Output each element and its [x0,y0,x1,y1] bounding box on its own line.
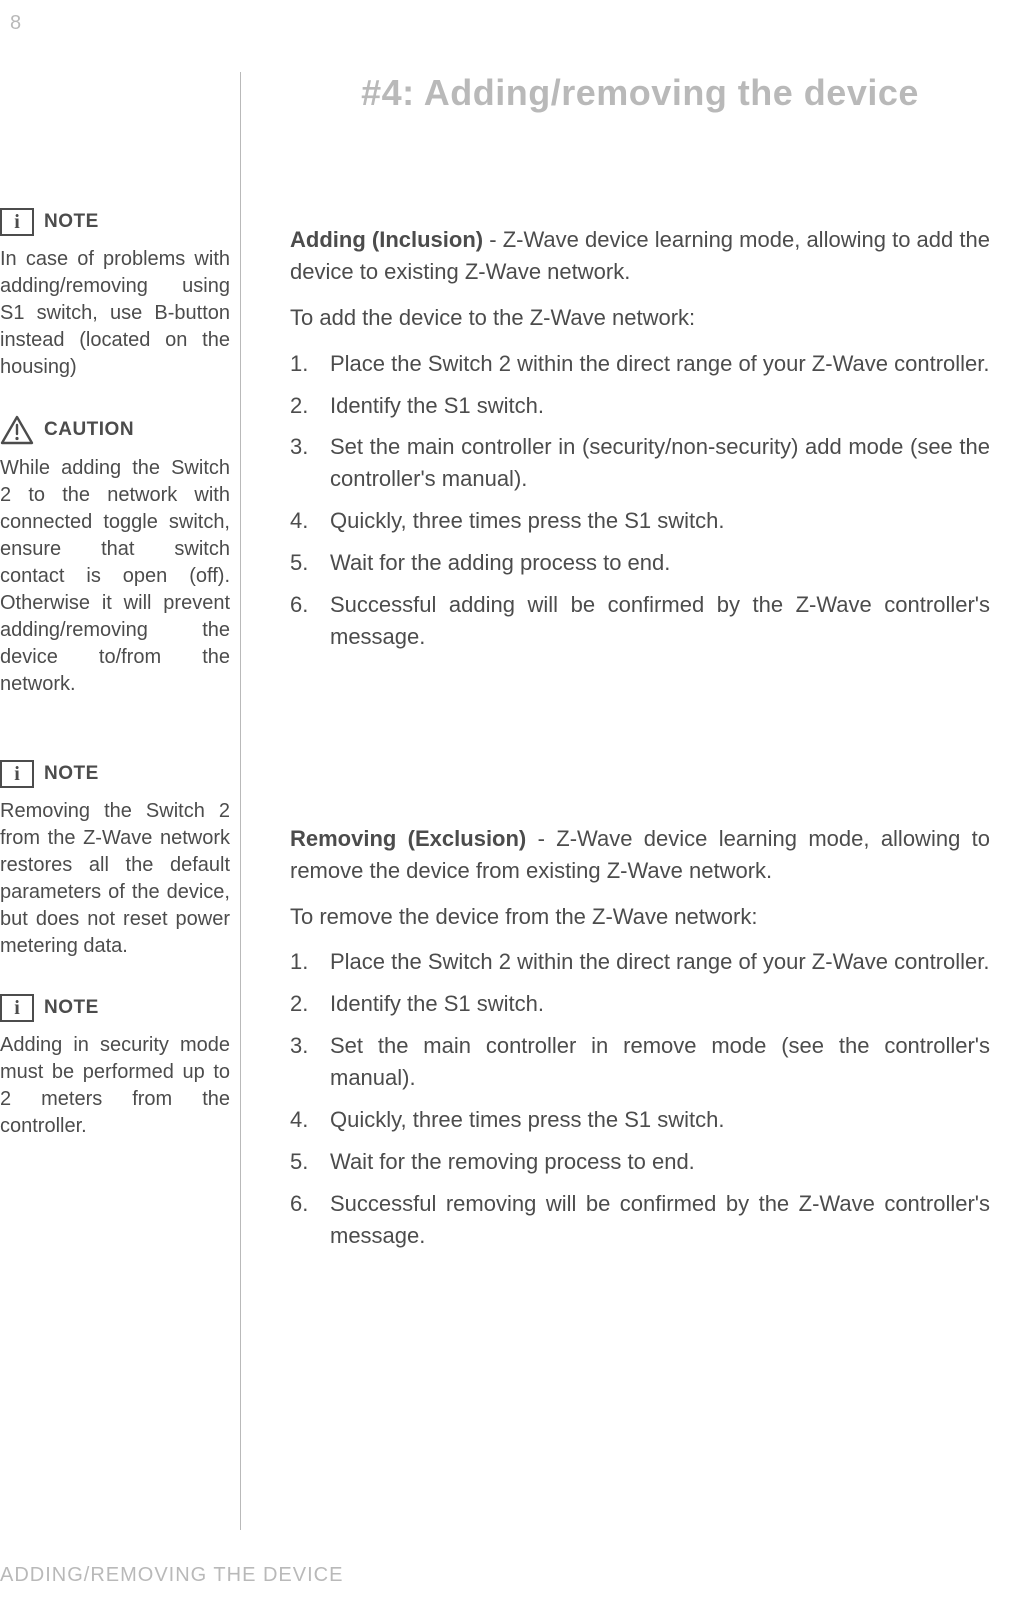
list-item: Quickly, three times press the S1 switch… [290,1104,990,1136]
adding-steps-list: Place the Switch 2 within the direct ran… [290,348,990,653]
list-item: Set the main controller in remove mode (… [290,1030,990,1094]
adding-intro: To add the device to the Z-Wave network: [290,302,990,334]
main-content: #4: Adding/removing the device Adding (I… [290,72,990,1262]
list-item: Wait for the removing process to end. [290,1146,990,1178]
list-item: Place the Switch 2 within the direct ran… [290,348,990,380]
note-header: i NOTE [0,760,230,788]
note-block-3: i NOTE Adding in security mode must be p… [0,994,230,1140]
info-icon: i [0,760,34,788]
note-label: NOTE [44,995,99,1021]
list-item: Successful adding will be confirmed by t… [290,589,990,653]
caution-icon [0,415,34,445]
removing-heading: Removing (Exclusion) - Z-Wave device lea… [290,823,990,887]
note-label: NOTE [44,209,99,235]
footer-text: ADDING/REMOVING THE DEVICE [0,1564,343,1587]
adding-heading-bold: Adding (Inclusion) [290,227,483,252]
list-item: Identify the S1 switch. [290,988,990,1020]
list-item: Quickly, three times press the S1 switch… [290,505,990,537]
info-icon: i [0,994,34,1022]
caution-header: CAUTION [0,415,230,445]
note-block-2: i NOTE Removing the Switch 2 from the Z-… [0,760,230,960]
note-text: In case of problems with adding/remov­in… [0,246,230,381]
main-body: Adding (Inclusion) - Z-Wave device learn… [290,224,990,1252]
caution-text: While adding the Switch 2 to the net­wor… [0,455,230,698]
info-icon: i [0,208,34,236]
section-title: #4: Adding/removing the device [290,72,990,114]
removing-heading-bold: Removing (Exclusion) [290,826,526,851]
adding-heading: Adding (Inclusion) - Z-Wave device learn… [290,224,990,288]
list-item: Set the main controller in (security/non… [290,431,990,495]
note-text: Removing the Switch 2 from the Z-Wave ne… [0,798,230,960]
list-item: Successful removing will be confirmed by… [290,1188,990,1252]
caution-label: CAUTION [44,417,134,443]
sidebar: i NOTE In case of problems with adding/r… [0,208,230,1174]
removing-intro: To remove the device from the Z-Wave net… [290,901,990,933]
note-header: i NOTE [0,208,230,236]
note-header: i NOTE [0,994,230,1022]
note-label: NOTE [44,761,99,787]
removing-steps-list: Place the Switch 2 within the direct ran… [290,946,990,1251]
caution-block: CAUTION While adding the Switch 2 to the… [0,415,230,698]
list-item: Identify the S1 switch. [290,390,990,422]
list-item: Wait for the adding process to end. [290,547,990,579]
page-number: 8 [10,12,21,35]
note-text: Adding in security mode must be per­form… [0,1032,230,1140]
list-item: Place the Switch 2 within the direct ran… [290,946,990,978]
note-block-1: i NOTE In case of problems with adding/r… [0,208,230,381]
vertical-divider [240,72,241,1530]
